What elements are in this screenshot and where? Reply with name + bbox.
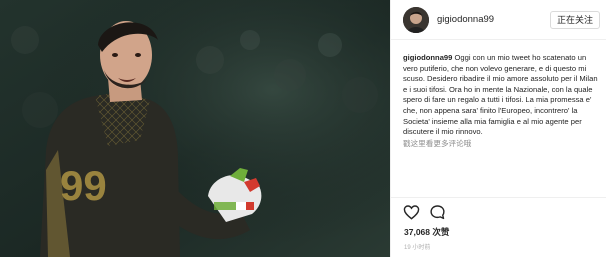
likes-number: 37,068 xyxy=(404,227,430,237)
likes-count[interactable]: 37,068 次赞 xyxy=(404,226,449,238)
post-caption: gigiodonna99 Oggi con un mio tweet ho sc… xyxy=(403,53,599,149)
section-divider xyxy=(391,197,606,198)
comment-bubble-icon[interactable] xyxy=(429,204,446,220)
username-link[interactable]: gigiodonna99 xyxy=(437,14,550,25)
caption-text: Oggi con un mio tweet ho scatenato un ve… xyxy=(403,53,598,137)
post-detail-panel: gigiodonna99 正在关注 gigiodonna99 Oggi con … xyxy=(390,0,606,257)
heart-icon[interactable] xyxy=(403,204,420,220)
avatar[interactable] xyxy=(403,6,429,33)
post-timestamp: 19 小时前 xyxy=(404,245,431,251)
likes-suffix: 次赞 xyxy=(430,227,450,237)
goalkeeper-photo: 99 xyxy=(0,0,390,257)
caption-username[interactable]: gigiodonna99 xyxy=(403,53,452,62)
more-comments-link[interactable]: 戳这里看更多评论哦 xyxy=(403,139,599,150)
post-photo[interactable]: 99 xyxy=(0,0,390,257)
post-actions xyxy=(403,204,455,220)
following-button[interactable]: 正在关注 xyxy=(549,10,600,29)
svg-text:99: 99 xyxy=(60,162,107,209)
post-header: gigiodonna99 正在关注 xyxy=(391,0,606,40)
